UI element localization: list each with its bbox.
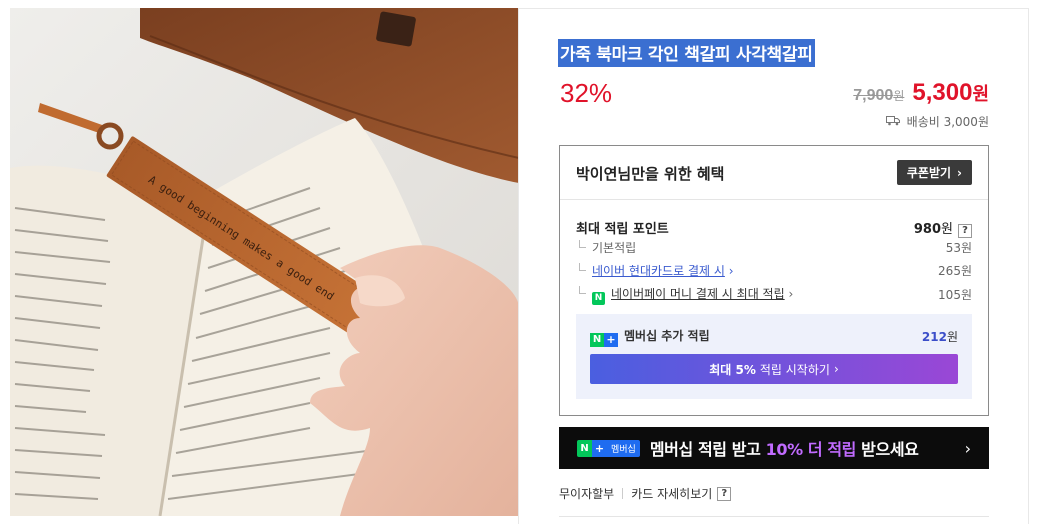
point-row-value: 53원 [945,241,972,255]
shipping-info: 배송비 3,000원 [885,113,989,130]
membership-row: N + 멤버십 추가 적립 212원 [590,327,958,347]
start-button-label: 적립 시작하기 [759,362,830,377]
naverpay-icon: N [592,291,605,305]
coupon-button-label: 쿠폰받기 [906,166,952,180]
product-title: 가죽 북마크 각인 책갈피 사각책갈피 [558,39,815,67]
point-row-naverpay-money: N 네이버페이 머니 결제 시 최대 적립 › 105원 [576,285,972,305]
discount-rate: 32% [560,78,613,108]
sale-price-unit: 원 [972,84,989,104]
point-row-basic: 기본적립 53원 [576,239,972,256]
max-point-value: 980 [913,222,942,237]
banner-text-before: 멤버십 적립 받고 [649,440,766,459]
benefit-title: 박이연님만을 위한 혜택 [576,165,725,183]
max-point-label: 최대 적립 포인트 [576,222,669,238]
chevron-right-icon: › [957,165,962,180]
point-row-link[interactable]: 네이버 현대카드로 결제 시 › [576,262,734,279]
truck-icon [885,115,901,129]
coupon-button[interactable]: 쿠폰받기 › [896,160,972,185]
membership-unit: 원 [946,330,958,345]
image-divider [518,8,519,524]
hyundai-card-link[interactable]: 네이버 현대카드로 결제 시 [592,264,725,278]
payment-links: 무이자할부 카드 자세히보기 ? [559,485,732,502]
membership-start-button[interactable]: 최대 5% 적립 시작하기 › [590,354,958,384]
shipping-fee: 배송비 3,000원 [906,115,989,129]
original-price-unit: 원 [893,89,905,103]
frame-right-border [1028,8,1029,524]
price-row: 7,900원 5,300원 [853,79,989,107]
frame-top-border [518,8,1029,9]
naverpay-money-link[interactable]: 네이버페이 머니 결제 시 최대 적립 [611,287,785,301]
membership-value: 212 [921,330,947,345]
original-price: 7,900원 [853,87,904,105]
chevron-right-icon: › [833,362,839,376]
max-point-row: 최대 적립 포인트 980원? [576,218,972,238]
help-button[interactable]: ? [717,486,732,501]
membership-banner[interactable]: N + 멤버십 멤버십 적립 받고 10% 더 적립 받으세요 › [559,427,989,469]
card-detail-link[interactable]: 카드 자세히보기 [631,485,712,502]
original-price-value: 7,900 [853,87,894,104]
point-row-value: 265원 [938,264,972,278]
max-point-amount: 980원? [914,218,972,238]
sale-price-value: 5,300 [912,79,973,106]
point-row-link[interactable]: N 네이버페이 머니 결제 시 최대 적립 › [576,285,793,305]
point-row-hyundai-card: 네이버 현대카드로 결제 시 › 265원 [576,262,972,279]
point-row-value: 105원 [938,288,972,303]
naver-plus-membership-icon: N + 멤버십 [577,439,640,457]
banner-text-highlight: 10% 더 적립 [765,440,857,459]
chevron-right-icon: › [728,264,734,278]
membership-label-wrap: N + 멤버십 추가 적립 [590,327,710,347]
chevron-right-icon: › [788,287,794,301]
bottom-divider [559,516,989,517]
membership-label: 멤버십 추가 적립 [624,329,710,343]
installment-link[interactable]: 무이자할부 [559,485,614,502]
max-point-unit: 원 [941,222,953,237]
membership-amount: 212원 [922,328,958,345]
link-separator [622,488,624,499]
help-button[interactable]: ? [958,223,972,238]
naver-plus-icon: N + [590,332,618,347]
start-button-bold: 최대 5% [709,362,756,377]
sale-price: 5,300원 [912,79,989,107]
membership-box: N + 멤버십 추가 적립 212원 최대 5% 적립 시작하기 › [576,314,972,399]
point-row-label: 기본적립 [576,239,636,256]
benefit-header: 박이연님만을 위한 혜택 쿠폰받기 › [560,146,988,200]
banner-text: 멤버십 적립 받고 10% 더 적립 받으세요 [650,436,919,460]
banner-badge-text: 멤버십 [607,439,640,457]
chevron-right-icon: › [964,438,971,458]
benefit-box: 박이연님만을 위한 혜택 쿠폰받기 › 최대 적립 포인트 980원? 기본적립… [559,145,989,416]
product-image[interactable]: A good beginning makes a good end [10,8,519,516]
banner-text-after: 받으세요 [856,440,919,459]
